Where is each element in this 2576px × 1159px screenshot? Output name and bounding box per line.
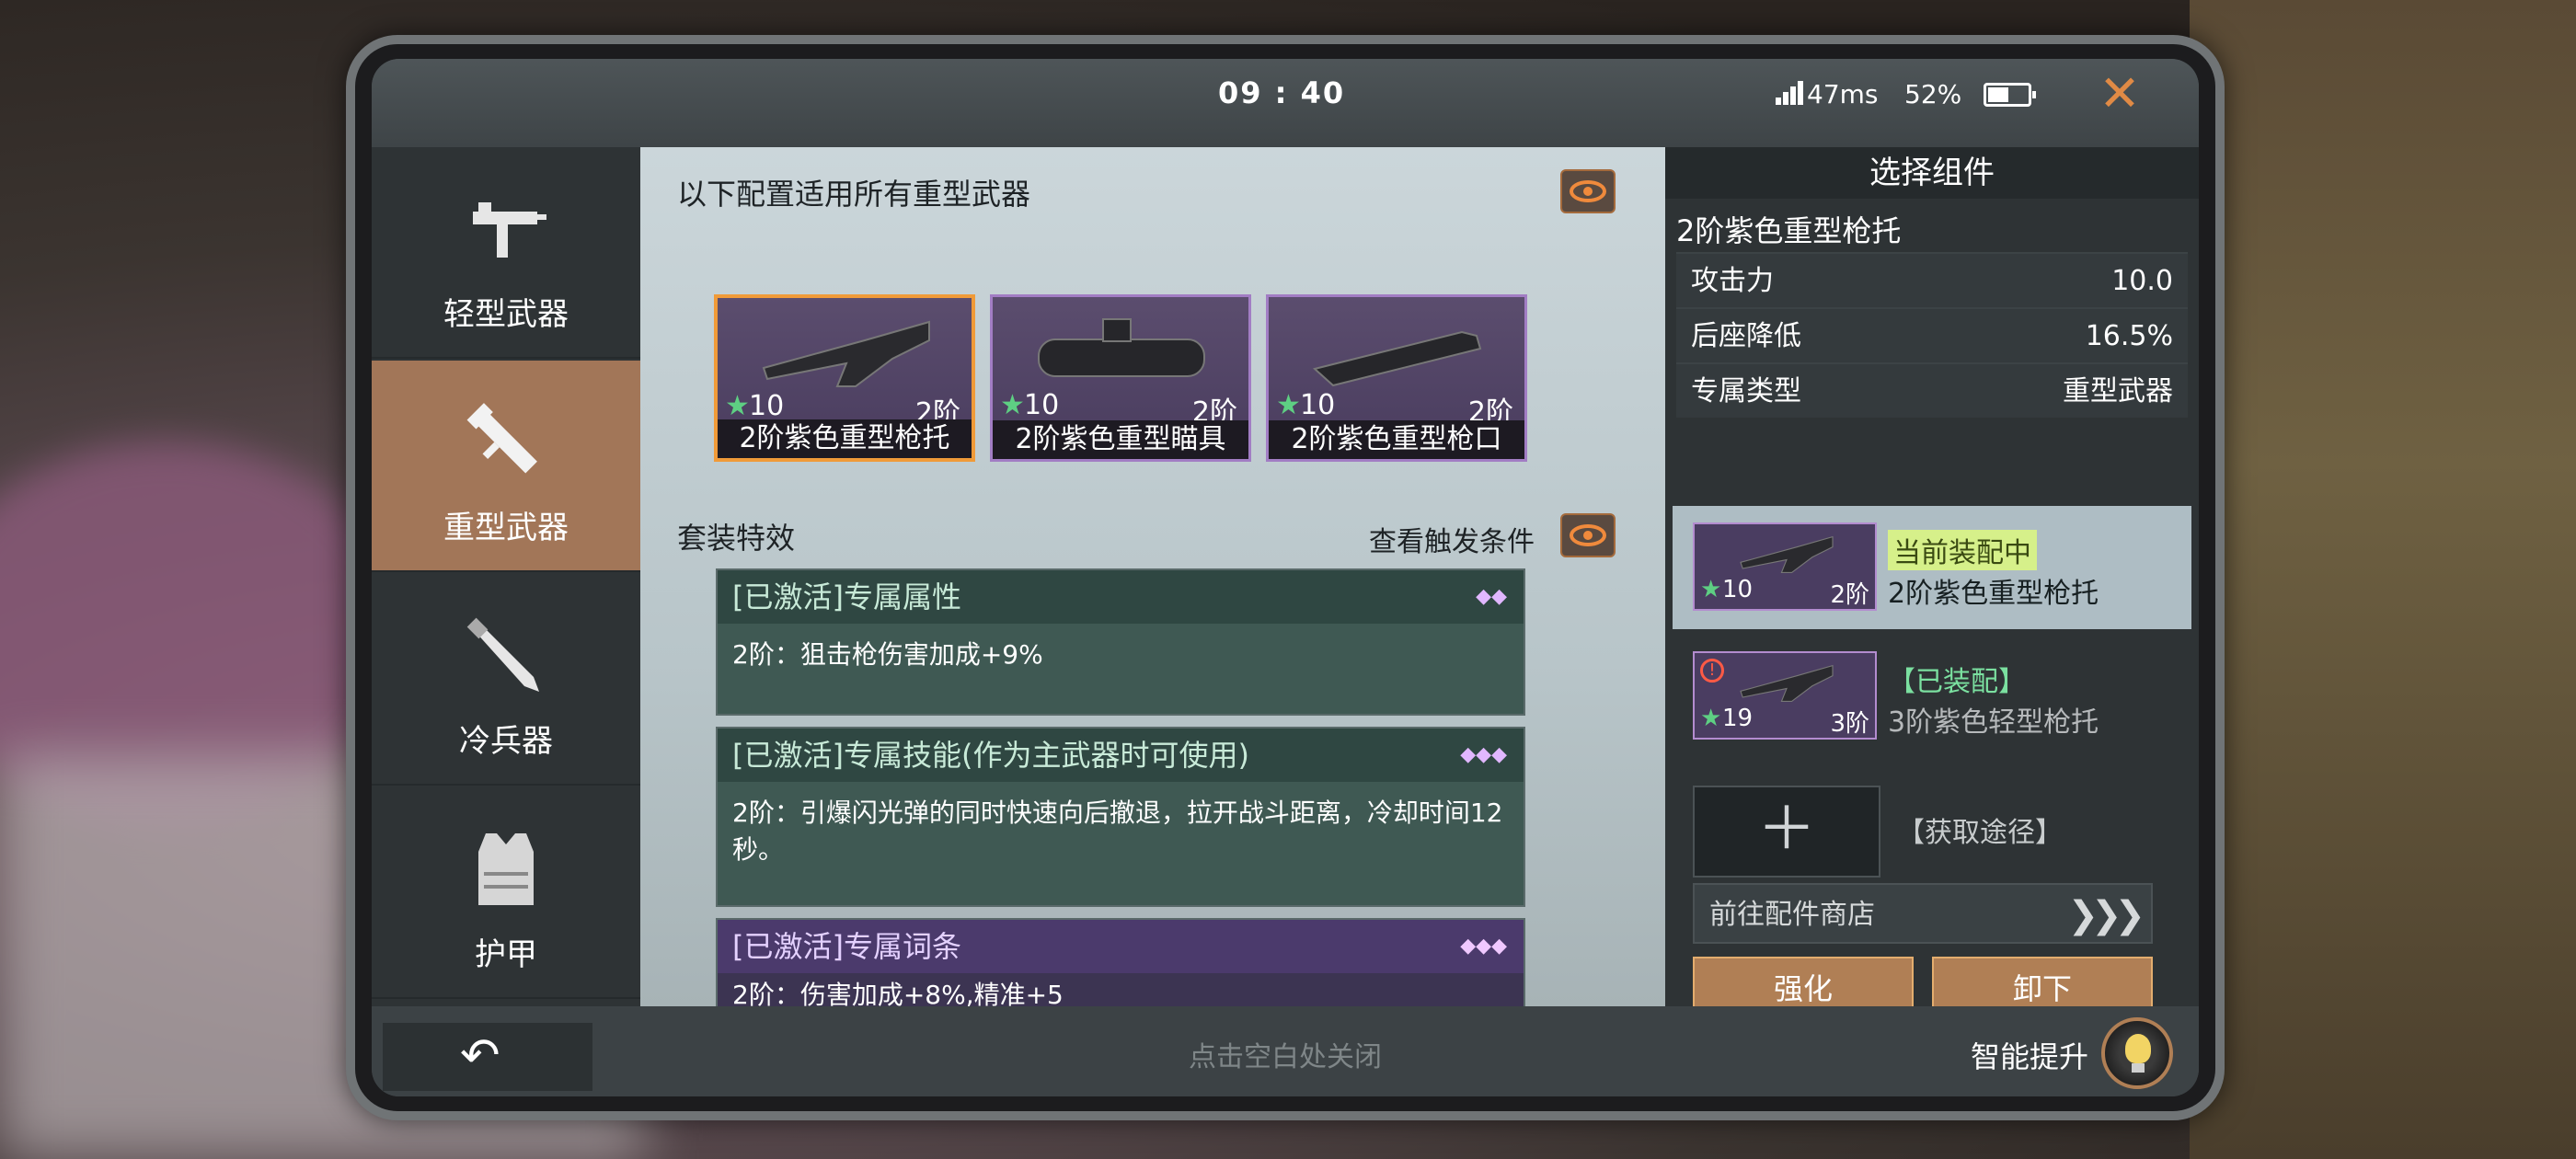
part-thumbnail: ! ★ 19 3阶 [1693,651,1877,740]
lightbulb-icon [2125,1034,2151,1073]
muzzle-icon [1312,330,1482,387]
part-thumbnail: ★ 10 2阶 [1693,522,1877,611]
signal-icon [1776,81,1803,105]
config-title: 以下配置适用所有重型武器 [677,177,1031,212]
bottom-bar: ↶ 点击空白处关闭 智能提升 [372,1006,2199,1096]
set-effect-title: 套装特效 [677,521,796,556]
part-level: 10 [1024,389,1060,421]
tier-dots: ◆◆◆ [1460,743,1507,766]
shop-label: 前往配件商店 [1709,899,1875,931]
stock-icon [1740,535,1834,573]
add-part-slot[interactable]: ＋ [1693,786,1880,878]
equipped-now-badge: 当前装配中 [1888,530,2037,570]
stat-label: 后座降低 [1691,320,1801,352]
battery-icon [1984,83,2036,107]
part-name: 2阶紫色重型枪托 [1888,578,2099,610]
effect-exclusive-skill: [已激活]专属技能(作为主武器时可使用) ◆◆◆ 2阶：引爆闪光弹的同时快速向后… [716,727,1525,907]
part-name: 2阶紫色重型枪口 [1269,420,1524,459]
plus-icon: ＋ [1757,796,1816,864]
stat-value: 10.0 [2111,265,2173,297]
vest-icon [478,833,534,905]
uzi-icon [473,202,546,258]
part-level: 10 [749,390,785,422]
panel-title: 选择组件 [1665,147,2199,199]
sidebar-item-melee[interactable]: 冷兵器 [372,574,640,786]
stat-value: 重型武器 [2063,375,2173,407]
sidebar-item-armor[interactable]: 护甲 [372,787,640,999]
part-tier: 3阶 [1830,710,1869,738]
preview-eye-button[interactable] [1560,169,1616,213]
stat-table: 攻击力 10.0 后座降低 16.5% 专属类型 重型武器 [1676,252,2188,418]
stat-row: 专属类型 重型武器 [1676,362,2188,418]
view-trigger-label[interactable]: 查看触发条件 [1369,519,1535,559]
part-card-muzzle[interactable]: ★ 10 2阶 2阶紫色重型枪口 [1266,294,1527,462]
effect-head: [已激活]专属词条 [718,920,1524,973]
component-select-panel: 选择组件 2阶紫色重型枪托 攻击力 10.0 后座降低 16.5% 专属类型 重… [1665,147,2199,1021]
trigger-eye-button[interactable] [1560,513,1616,557]
star-icon: ★ [1276,389,1301,421]
equip-option-current[interactable]: ★ 10 2阶 当前装配中 2阶紫色重型枪托 [1673,506,2191,629]
star-icon: ★ [725,390,750,422]
machete-icon [466,617,539,692]
config-panel: 以下配置适用所有重型武器 ★ 10 2阶 2阶紫色重型枪托 ★ 10 2阶 2阶… [640,147,1665,1027]
sidebar-item-label: 冷兵器 [459,723,553,760]
part-level: 10 [1300,389,1336,421]
stat-label: 攻击力 [1691,265,1774,297]
tier-dots: ◆◆ [1476,585,1507,608]
close-hint: 点击空白处关闭 [1189,1041,1382,1073]
get-way-label: 【获取途径】 [1897,817,2063,849]
star-icon: ★ [1000,389,1025,421]
effect-head: [已激活]专属属性 [718,570,1524,624]
stat-value: 16.5% [2085,320,2173,352]
part-level: 19 [1722,705,1754,732]
tier-dots: ◆◆◆ [1460,935,1507,958]
clock: 09 : 40 [1218,75,1346,110]
battery-percent: 52% [1904,79,1962,109]
scope-icon [1038,318,1205,377]
part-name: 3阶紫色轻型枪托 [1888,706,2099,739]
stat-row: 攻击力 10.0 [1676,252,2188,307]
sidebar-item-heavy-weapons[interactable]: 重型武器 [372,361,640,572]
stat-label: 专属类型 [1691,375,1801,407]
weapon-category-sidebar: 轻型武器 重型武器 冷兵器 护甲 [372,147,640,1006]
part-name: 2阶紫色重型瞄具 [993,420,1248,459]
part-tier: 2阶 [1830,581,1869,609]
rocket-launcher-icon [466,403,537,474]
close-button[interactable]: ✕ [2092,66,2147,121]
star-icon: ★ [1700,576,1722,603]
go-to-shop-button[interactable]: 前往配件商店 ❯❯❯ [1693,883,2153,944]
part-level: 10 [1722,576,1754,603]
effect-body: 2阶：狙击枪伤害加成+9% [732,639,1043,670]
effect-exclusive-attribute: [已激活]专属属性 ◆◆ 2阶：狙击枪伤害加成+9% [716,568,1525,716]
ping-value: 47ms [1807,79,1879,109]
sidebar-item-label: 重型武器 [443,510,569,546]
sidebar-item-light-weapons[interactable]: 轻型武器 [372,147,640,359]
game-screen: 09 : 40 47ms 52% ✕ 轻型武器 重型武器 冷兵器 护甲 以下配置… [372,59,2199,1096]
eye-icon [1570,524,1606,546]
sidebar-item-label: 轻型武器 [443,296,569,333]
chevrons-right-icon: ❯❯❯ [2067,894,2145,936]
eye-icon [1570,180,1606,202]
smart-upgrade-label: 智能提升 [1970,1039,2088,1074]
warning-icon: ! [1700,659,1724,683]
stock-icon [762,320,930,387]
part-card-scope[interactable]: ★ 10 2阶 2阶紫色重型瞄具 [990,294,1251,462]
stat-row: 后座降低 16.5% [1676,307,2188,362]
background-right [2190,0,2576,1159]
sidebar-item-label: 护甲 [475,936,537,973]
effect-head: [已激活]专属技能(作为主武器时可使用) [718,729,1524,782]
star-icon: ★ [1700,705,1722,732]
part-name: 2阶紫色重型枪托 [718,419,972,458]
stock-icon [1740,664,1834,702]
part-card-stock[interactable]: ★ 10 2阶 2阶紫色重型枪托 [714,294,975,462]
status-bar: 09 : 40 47ms 52% ✕ [372,59,2199,147]
equipped-badge: 【已装配】 [1888,666,2026,698]
equip-option-other[interactable]: ! ★ 19 3阶 【已装配】 3阶紫色轻型枪托 [1673,635,2191,758]
smart-upgrade-button[interactable] [2101,1017,2173,1089]
selected-part-name: 2阶紫色重型枪托 [1676,213,1902,248]
effect-body: 2阶：引爆闪光弹的同时快速向后撤退，拉开战斗距离，冷却时间12秒。 [732,798,1503,865]
